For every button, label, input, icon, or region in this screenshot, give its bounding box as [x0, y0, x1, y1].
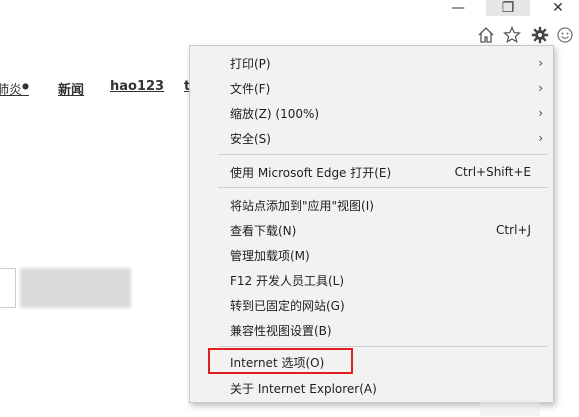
nav-link-news[interactable]: 新闻	[58, 79, 84, 98]
close-button[interactable]: ✕	[536, 0, 579, 16]
menu-item-shortcut: Ctrl+J	[496, 223, 531, 237]
gear-icon[interactable]	[530, 25, 550, 45]
watermark	[480, 400, 540, 416]
menu-item-dev-tools[interactable]: F12 开发人员工具(L)	[190, 268, 553, 292]
gear-icon-svg	[531, 26, 549, 44]
menu-item-about-ie[interactable]: 关于 Internet Explorer(A)	[190, 376, 553, 400]
menu-separator	[218, 154, 547, 155]
menu-item-label: 将站点添加到"应用"视图(I)	[230, 198, 374, 213]
home-icon[interactable]	[476, 25, 496, 45]
menu-item-shortcut: Ctrl+Shift+E	[454, 165, 531, 179]
chevron-right-icon: ›	[538, 106, 543, 120]
nav-link-hao123[interactable]: hao123	[110, 79, 164, 94]
restore-button[interactable]: ❐	[486, 0, 530, 16]
smiley-icon[interactable]	[555, 25, 575, 45]
menu-item-file[interactable]: 文件(F) ›	[190, 76, 553, 100]
menu-item-open-edge[interactable]: 使用 Microsoft Edge 打开(E) Ctrl+Shift+E	[190, 160, 553, 184]
chevron-right-icon: ›	[538, 81, 543, 95]
nav-link-partial-text: 肺炎	[0, 83, 23, 98]
smiley-icon-svg	[557, 27, 573, 43]
search-input[interactable]	[0, 268, 16, 308]
menu-item-label: 查看下载(N)	[230, 223, 297, 238]
star-icon-svg	[503, 26, 521, 44]
menu-item-zoom[interactable]: 缩放(Z) (100%) ›	[190, 101, 553, 125]
hot-mark: ●	[22, 81, 29, 91]
menu-item-label: 安全(S)	[230, 131, 271, 146]
menu-item-label: F12 开发人员工具(L)	[230, 273, 345, 288]
menu-item-label: 管理加载项(M)	[230, 248, 310, 263]
menu-item-label: 兼容性视图设置(B)	[230, 323, 332, 338]
chevron-right-icon: ›	[538, 131, 543, 145]
menu-separator	[218, 346, 547, 347]
menu-separator	[218, 187, 547, 188]
menu-item-label: 使用 Microsoft Edge 打开(E)	[230, 165, 392, 180]
menu-item-label: 转到已固定的网站(G)	[230, 298, 345, 313]
highlight-box	[208, 348, 353, 374]
menu-item-label: 缩放(Z) (100%)	[230, 106, 320, 121]
minimize-button[interactable]: —	[436, 0, 480, 16]
menu-item-safety[interactable]: 安全(S) ›	[190, 126, 553, 150]
menu-item-compat-view[interactable]: 兼容性视图设置(B)	[190, 318, 553, 342]
star-icon[interactable]	[502, 25, 522, 45]
menu-item-add-to-apps[interactable]: 将站点添加到"应用"视图(I)	[190, 193, 553, 217]
home-icon-svg	[478, 27, 494, 43]
menu-item-manage-addons[interactable]: 管理加载项(M)	[190, 243, 553, 267]
menu-item-view-downloads[interactable]: 查看下载(N) Ctrl+J	[190, 218, 553, 242]
menu-item-label: 文件(F)	[230, 81, 271, 96]
chevron-right-icon: ›	[538, 56, 543, 70]
nav-link-partial[interactable]: 肺炎●	[0, 79, 29, 98]
menu-item-pinned-sites[interactable]: 转到已固定的网站(G)	[190, 293, 553, 317]
search-button[interactable]	[20, 268, 131, 308]
tools-menu: 打印(P) › 文件(F) › 缩放(Z) (100%) › 安全(S) › 使…	[189, 45, 554, 403]
menu-item-label: 打印(P)	[230, 56, 271, 71]
menu-item-label: 关于 Internet Explorer(A)	[230, 381, 377, 396]
menu-item-print[interactable]: 打印(P) ›	[190, 51, 553, 75]
